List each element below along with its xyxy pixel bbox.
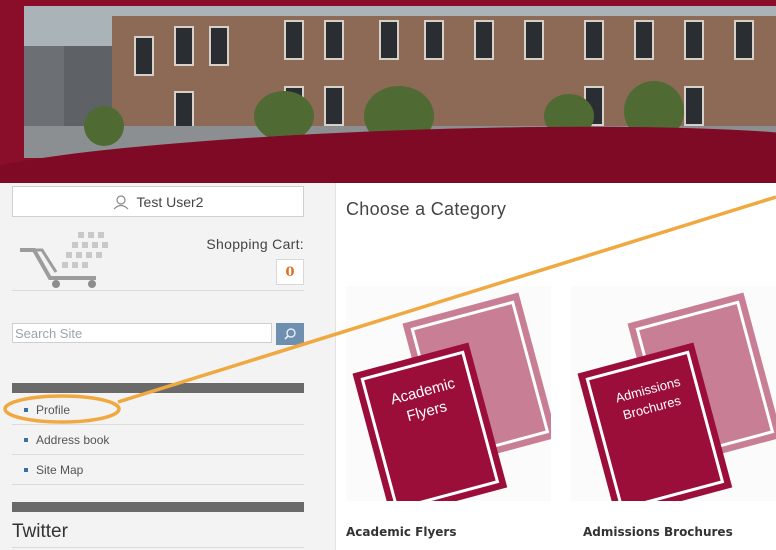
shopping-cart-icon	[20, 232, 108, 288]
nav-item-address-book[interactable]: Address book	[12, 425, 304, 455]
admissions-brochures-thumbnail: Admissions Brochures	[577, 292, 776, 519]
nav-item-site-map[interactable]: Site Map	[12, 455, 304, 485]
bullet-icon	[24, 467, 28, 472]
main-content: Choose a Category Academic Flyers Academ…	[336, 183, 776, 550]
category-label-admissions-brochures[interactable]: Admissions Brochures	[583, 525, 733, 539]
search-button[interactable]	[276, 323, 304, 345]
shopping-cart-label: Shopping Cart:	[206, 236, 304, 252]
nav-item-profile[interactable]: Profile	[12, 395, 304, 425]
search-icon	[284, 328, 296, 340]
header-banner	[0, 0, 776, 183]
site-search: Search Site	[12, 323, 304, 345]
category-card-admissions-brochures[interactable]: Admissions Brochures	[571, 286, 776, 519]
sidebar: Test User2 Shopping Cart: 0 Search Site	[0, 183, 336, 550]
academic-flyers-thumbnail: Academic Flyers	[352, 292, 558, 519]
shopping-cart[interactable]: Shopping Cart: 0	[12, 228, 304, 291]
twitter-heading: Twitter	[12, 521, 304, 548]
user-name: Test User2	[136, 193, 204, 210]
cart-item-count: 0	[276, 259, 304, 285]
page-title: Choose a Category	[346, 199, 507, 219]
category-card-academic-flyers[interactable]: Academic Flyers	[346, 286, 558, 519]
category-label-academic-flyers[interactable]: Academic Flyers	[346, 525, 456, 539]
nav-header-bar	[12, 383, 304, 393]
search-input[interactable]: Search Site	[12, 323, 272, 343]
bullet-icon	[24, 407, 28, 412]
account-nav: Profile Address book Site Map	[12, 395, 304, 485]
user-icon	[113, 194, 128, 209]
nav-item-label: Address book	[36, 432, 110, 447]
nav-item-label: Profile	[36, 402, 71, 417]
nav-item-label: Site Map	[36, 462, 84, 477]
bullet-icon	[24, 437, 28, 442]
user-account-link[interactable]: Test User2	[12, 186, 304, 217]
section-divider-bar	[12, 502, 304, 512]
